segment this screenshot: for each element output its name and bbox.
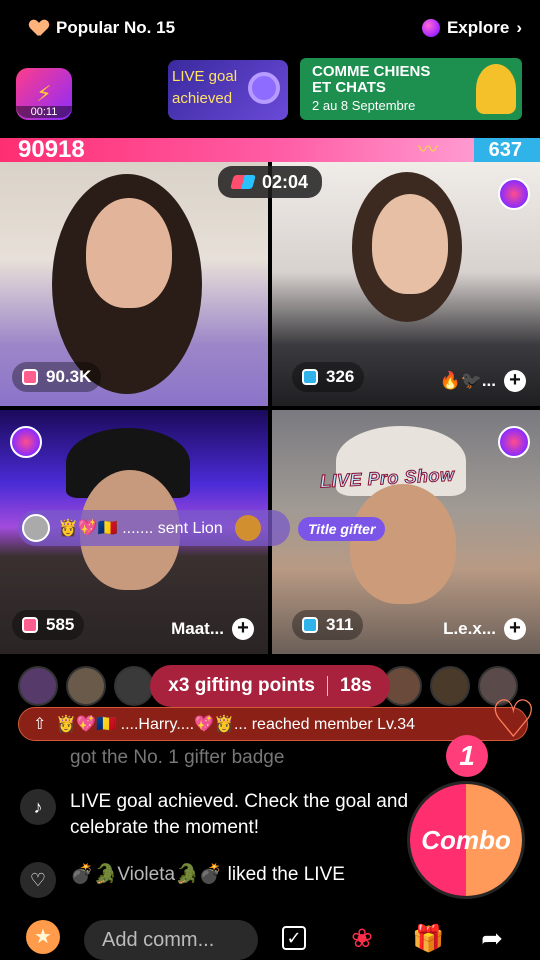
gift-count-pill[interactable]: 585	[12, 610, 85, 640]
gift-count: 326	[326, 367, 355, 386]
viewer-avatar[interactable]	[430, 666, 470, 706]
title-gifter-badge: Title gifter	[298, 517, 386, 541]
guest-name: L.e.x...	[443, 619, 496, 638]
combo-button[interactable]: Combo	[410, 784, 522, 896]
viewer-avatar[interactable]	[114, 666, 154, 706]
follow-plus-icon[interactable]: +	[232, 618, 254, 640]
guest-name-pill[interactable]: 🔥🐦‍⬛... +	[439, 370, 526, 392]
gift-count: 585	[46, 615, 75, 634]
follow-plus-icon[interactable]: +	[504, 618, 526, 640]
member-level-banner: ⇧ 👸💖🇷🇴 ....Harry....💖👸... reached member…	[18, 707, 528, 741]
viewer-avatar[interactable]	[66, 666, 106, 706]
hearts-icon	[486, 690, 537, 750]
viewer-avatar[interactable]	[18, 666, 58, 706]
vs-icon	[230, 175, 256, 189]
rank-orb-icon[interactable]	[498, 426, 530, 458]
guest-name-pill[interactable]: Maat... +	[171, 618, 254, 640]
gift-box-icon	[302, 369, 318, 385]
chat-message-goal: ♪ LIVE goal achieved. Check the goal and…	[20, 789, 420, 841]
stream-tile-2[interactable]: 326 🔥🐦‍⬛... +	[272, 162, 540, 406]
gift-count: 311	[326, 615, 354, 634]
explore-button[interactable]: Explore ›	[421, 18, 522, 38]
gift-sent-banner: 👸💖🇷🇴 ....... sent Lion	[18, 510, 290, 546]
popular-rank-button[interactable]: Popular No. 15	[30, 18, 175, 38]
avatar	[22, 514, 50, 542]
lion-gift-icon	[234, 515, 261, 541]
follow-plus-icon[interactable]: +	[504, 370, 526, 392]
gift-count: 90.3K	[46, 367, 92, 386]
liked-text: liked the LIVE	[227, 864, 345, 885]
goal-message-text: LIVE goal achieved. Check the goal and c…	[70, 791, 409, 838]
guest-name-pill[interactable]: L.e.x... +	[443, 618, 526, 640]
guest-name: 🔥🐦‍⬛...	[439, 371, 496, 390]
tiktok-icon: ♪	[20, 789, 56, 825]
liker-name[interactable]: 💣🐊Violeta🐊💣	[70, 864, 222, 885]
gift-icon[interactable]: 🎁	[412, 922, 444, 954]
right-score-fill: 637	[474, 138, 540, 162]
gift-box-icon	[22, 369, 38, 385]
faded-chat-message: got the No. 1 gifter badge	[70, 747, 285, 768]
gifting-points-banner[interactable]: x3 gifting points 18s	[150, 665, 390, 707]
checklist-icon[interactable]: ✓	[282, 926, 306, 950]
rank-orb-icon[interactable]	[498, 178, 530, 210]
gift-box-icon	[22, 617, 38, 633]
combo-count: 1	[446, 735, 488, 777]
top-bar: Popular No. 15 Explore ›	[0, 14, 540, 48]
bottom-bar: ★ Add comm... ✓ ❀ 🎁 ➦	[0, 914, 540, 960]
battle-timer: 02:04	[217, 166, 323, 198]
lightning-icon: ⚡	[36, 81, 52, 106]
target-icon	[248, 72, 280, 104]
guest-name: Maat...	[171, 619, 224, 638]
comment-input[interactable]: Add comm...	[84, 920, 258, 960]
heart-icon	[30, 20, 48, 36]
battle-score-bar: 90918 〰 637	[0, 138, 540, 162]
chat-message-like: ♡ 💣🐊Violeta🐊💣 liked the LIVE	[20, 862, 420, 898]
live-goal-banner[interactable]: LIVE goal achieved	[168, 60, 288, 120]
share-icon[interactable]: ➦	[476, 922, 508, 954]
spark-icon: 〰	[418, 139, 438, 161]
gift-count-pill[interactable]: 311	[292, 610, 364, 640]
explore-label: Explore	[446, 18, 510, 37]
star-icon[interactable]: ★	[26, 920, 60, 954]
divider	[327, 676, 328, 696]
guest-face	[86, 198, 172, 308]
combo-label: Combo	[421, 824, 511, 855]
multi-guest-grid: 02:04 90.3K 326 🔥🐦‍⬛... + 585	[0, 162, 540, 654]
right-score: 637	[488, 139, 522, 161]
gift-count-pill[interactable]: 90.3K	[12, 362, 102, 392]
battle-countdown: 02:04	[261, 171, 309, 192]
chevron-right-icon: ›	[516, 18, 522, 37]
gifting-points-timer: 18s	[340, 675, 372, 696]
guest-face	[372, 194, 448, 294]
heart-outline-icon: ♡	[20, 862, 56, 898]
gift-box-icon	[302, 617, 318, 633]
member-level-text: 👸💖🇷🇴 ....Harry....💖👸... reached member L…	[56, 716, 416, 733]
guest-face	[350, 484, 456, 604]
dog-illustration-icon	[476, 64, 516, 114]
gifting-points-label: x3 gifting points	[168, 675, 315, 696]
explore-orb-icon	[421, 19, 440, 37]
left-score: 90918	[18, 136, 85, 163]
popular-label: Popular No. 15	[56, 18, 176, 37]
gift-sent-text: 👸💖🇷🇴 ....... sent Lion	[58, 520, 223, 537]
level-up-arrow-icon: ⇧	[33, 716, 47, 733]
event-timer: 00:11	[16, 106, 72, 118]
rose-icon[interactable]: ❀	[346, 922, 378, 954]
live-event-badge[interactable]: ⚡ 00:11	[16, 68, 72, 120]
rank-orb-icon[interactable]	[10, 426, 42, 458]
stream-tile-1[interactable]: 90.3K	[0, 162, 268, 406]
promo-banner[interactable]: COMME CHIENS ET CHATS 2 au 8 Septembre	[300, 58, 522, 120]
left-score-fill: 90918	[0, 138, 474, 162]
gift-count-pill[interactable]: 326	[292, 362, 365, 392]
